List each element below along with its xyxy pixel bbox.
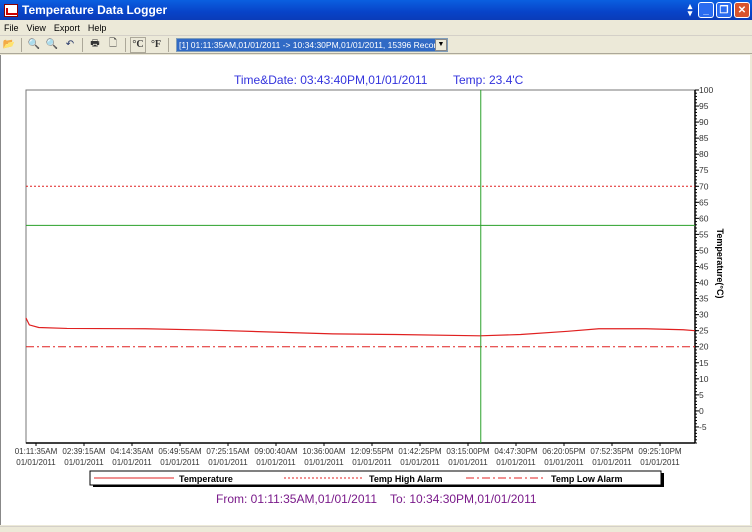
x-tick-date: 01/01/2011 [64,458,104,467]
menu-file[interactable]: File [4,23,19,33]
menu-help[interactable]: Help [88,23,107,33]
x-tick-date: 01/01/2011 [592,458,632,467]
y-axis-label: Temperature(°C) [715,229,725,299]
y-tick-label: 75 [699,165,709,175]
x-tick-date: 01/01/2011 [496,458,536,467]
y-tick-label: 65 [699,197,709,207]
separator [82,37,83,52]
y-tick-label: 40 [699,278,709,288]
status-bar [0,526,752,532]
x-tick-time: 04:14:35AM [110,447,153,456]
x-tick-time: 07:25:15AM [206,447,249,456]
separator [125,37,126,52]
window-title: Temperature Data Logger [22,3,168,17]
x-tick-date: 01/01/2011 [544,458,584,467]
record-range-select[interactable]: [1] 01:11:35AM,01/01/2011 -> 10:34:30PM,… [176,37,448,52]
y-tick-label: 0 [699,406,704,416]
print-preview-icon[interactable]: 🗋 [105,37,121,53]
y-tick-label: 10 [699,374,709,384]
readout-time: Time&Date: 03:43:40PM,01/01/2011 [234,73,428,87]
x-tick-time: 10:36:00AM [302,447,345,456]
menu-export[interactable]: Export [54,23,80,33]
x-tick-date: 01/01/2011 [640,458,680,467]
y-tick-label: 95 [699,101,709,111]
y-tick-label: 35 [699,294,709,304]
plot-area [25,89,696,444]
chevron-down-icon[interactable]: ▼ [435,38,447,51]
x-tick-date: 01/01/2011 [208,458,248,467]
record-range-value: [1] 01:11:35AM,01/01/2011 -> 10:34:30PM,… [177,38,435,51]
y-tick-label: 30 [699,310,709,320]
y-tick-label: 25 [699,326,709,336]
x-tick-time: 12:09:55PM [350,447,393,456]
x-tick-date: 01/01/2011 [304,458,344,467]
x-tick-time: 01:42:25PM [398,447,441,456]
y-tick-label: 60 [699,213,709,223]
zoom-out-icon[interactable]: 🔍 [26,37,42,53]
x-tick-date: 01/01/2011 [16,458,56,467]
x-tick-date: 01/01/2011 [160,458,200,467]
separator [21,37,22,52]
app-icon [4,3,18,17]
x-tick-time: 09:00:40AM [254,447,297,456]
range-to: To: 10:34:30PM,01/01/2011 [390,492,537,506]
y-tick-label: 90 [699,117,709,127]
fahrenheit-button[interactable]: °F [148,37,164,53]
y-tick-label: 15 [699,358,709,368]
scroll-icon[interactable]: ▴ ▾ [684,2,696,18]
open-folder-icon[interactable]: 📂 [1,37,17,53]
print-icon[interactable]: 🖶 [87,37,103,53]
chart-canvas[interactable]: Time&Date: 03:43:40PM,01/01/2011 Temp: 23… [0,55,750,525]
y-tick-label: 100 [699,85,713,95]
close-button[interactable]: ✕ [734,2,750,18]
toolbar: 📂 🔍 🔍 ↶ 🖶 🗋 °C °F [1] 01:11:35AM,01/01/2… [0,36,752,54]
y-tick-label: 70 [699,181,709,191]
x-tick-time: 07:52:35PM [590,447,633,456]
x-tick-time: 04:47:30PM [494,447,537,456]
temperature-chart[interactable]: Time&Date: 03:43:40PM,01/01/2011 Temp: 23… [1,55,751,525]
legend-label: Temperature [179,474,233,484]
range-from: From: 01:11:35AM,01/01/2011 [216,492,377,506]
undo-zoom-icon[interactable]: ↶ [62,37,78,53]
restore-button[interactable]: ❐ [716,2,732,18]
y-tick-label: 5 [699,390,704,400]
separator [168,37,169,52]
x-tick-time: 09:25:10PM [638,447,681,456]
y-tick-label: 80 [699,149,709,159]
y-tick-label: 45 [699,262,709,272]
readout-temp: Temp: 23.4'C [453,73,524,87]
celsius-button[interactable]: °C [130,36,146,53]
y-tick-label: 50 [699,245,709,255]
x-tick-time: 03:15:00PM [446,447,489,456]
x-tick-time: 01:11:35AM [15,447,58,456]
x-tick-date: 01/01/2011 [352,458,392,467]
legend-label: Temp Low Alarm [551,474,623,484]
zoom-in-icon[interactable]: 🔍 [44,37,60,53]
x-tick-date: 01/01/2011 [400,458,440,467]
menu-bar: File View Export Help [0,20,752,36]
minimize-button[interactable]: _ [698,2,714,18]
y-tick-label: -5 [699,422,707,432]
y-tick-label: 20 [699,342,709,352]
x-tick-date: 01/01/2011 [448,458,488,467]
x-tick-time: 02:39:15AM [62,447,105,456]
y-tick-label: 85 [699,133,709,143]
title-bar: Temperature Data Logger ▴ ▾ _ ❐ ✕ [0,0,752,20]
y-tick-label: 55 [699,229,709,239]
x-tick-time: 06:20:05PM [542,447,585,456]
menu-view[interactable]: View [27,23,46,33]
x-tick-date: 01/01/2011 [256,458,296,467]
x-tick-time: 05:49:55AM [158,447,201,456]
legend-label: Temp High Alarm [369,474,443,484]
x-tick-date: 01/01/2011 [112,458,152,467]
